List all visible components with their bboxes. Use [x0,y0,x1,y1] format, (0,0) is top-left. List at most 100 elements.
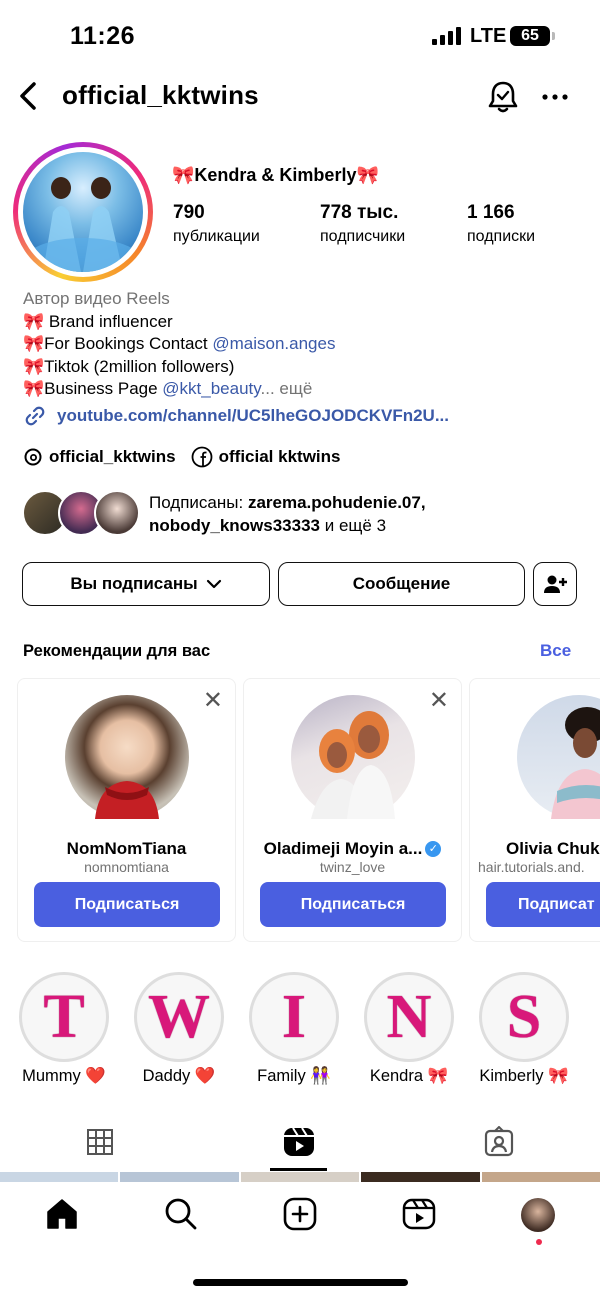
tab-tagged[interactable] [479,1122,519,1162]
stat-followers-label: подписчики [320,228,406,245]
notification-bell-icon[interactable] [484,78,522,116]
highlight-cover: W [134,972,224,1062]
follow-button[interactable]: Подписаться [260,882,446,927]
home-indicator[interactable] [193,1279,408,1286]
stat-following-label: подписки [467,228,536,245]
close-icon[interactable]: ✕ [429,689,449,713]
reels-icon [402,1198,436,1230]
chevron-down-icon [206,579,221,589]
suggestion-card[interactable]: Olivia Chuk hair.tutorials.and. Подписат [469,678,600,942]
bio-more-link[interactable]: ... ещё [261,379,313,398]
content-grid-preview[interactable] [0,1172,600,1182]
followed-by[interactable]: Подписаны: zarema.pohudenie.07, nobody_k… [22,490,592,540]
avatar [94,490,140,536]
link-icon [25,406,45,426]
highlight-cover: T [19,972,109,1062]
suggestion-handle: twinz_love [319,859,386,875]
message-button-label: Сообщение [352,574,451,593]
stat-following[interactable]: 1 166 подписки [467,202,535,246]
status-time: 11:26 [70,22,136,50]
threads-link[interactable]: official_kktwins [23,447,176,467]
content-tabs [0,1112,600,1172]
following-button[interactable]: Вы подписаны [22,562,270,606]
nav-home[interactable] [42,1194,82,1234]
back-arrow-icon[interactable] [12,78,48,114]
bottom-nav [0,1182,600,1252]
social-links: official_kktwins official kktwins [23,446,355,468]
suggestion-handle: nomnomtiana [84,859,169,875]
suggestion-avatar[interactable] [517,695,600,819]
tab-reels[interactable] [279,1122,319,1162]
stat-posts[interactable]: 790 публикации [173,202,260,246]
close-icon[interactable]: ✕ [203,689,223,713]
facebook-link[interactable]: official kktwins [191,446,341,468]
recommendations-title: Рекомендации для вас [23,642,211,660]
profile-category: Автор видео Reels [23,289,170,308]
story-highlight[interactable]: S Kimberly 🎀 [478,972,570,1086]
see-all-link[interactable]: Все [540,641,571,661]
nav-search[interactable] [161,1194,201,1234]
profile-header: official_kktwins [0,72,600,122]
verified-badge-icon: ✓ [425,841,442,857]
highlight-label: Kendra 🎀 [369,1067,449,1085]
tagged-person-icon [484,1126,514,1157]
nav-create[interactable] [280,1194,320,1234]
nav-reels[interactable] [399,1194,439,1234]
mention-link[interactable]: @maison.anges [212,334,335,353]
suggestion-handle: hair.tutorials.and. [478,859,585,875]
threads-username: official_kktwins [49,447,176,466]
plus-square-icon [283,1197,317,1231]
bio-line: 🎀Tiktok (2million followers) [23,356,235,376]
grid-icon [87,1129,113,1155]
nav-profile-avatar[interactable] [521,1198,555,1232]
story-highlight[interactable]: W Daddy ❤️ [133,972,225,1086]
highlight-label: Family 👭 [257,1067,331,1085]
add-user-button[interactable] [533,562,577,606]
profile-link-text: youtube.com/channel/UC5lheGOJODCKVFn2U..… [57,406,450,425]
reels-icon [284,1127,314,1156]
status-bar: 11:26 LTE 65 [0,0,600,70]
suggestion-card[interactable]: ✕ NomNomTiana nomnomtiana Подписаться [17,678,236,942]
suggestion-card[interactable]: ✕ Oladimeji Moyin a... ✓ twinz_love Подпи… [243,678,462,942]
tab-posts-grid[interactable] [80,1122,120,1162]
profile-avatar[interactable] [13,142,153,282]
active-tab-indicator [270,1168,327,1171]
highlight-cover: N [364,972,454,1062]
suggestion-avatar[interactable] [65,695,189,819]
mention-link[interactable]: @kkt_beauty [162,379,260,398]
bio-line: 🎀For Bookings Contact @maison.anges [23,334,336,354]
follow-button[interactable]: Подписаться [34,882,220,927]
story-highlight[interactable]: N Kendra 🎀 [363,972,455,1086]
story-highlight[interactable]: I Family 👭 [248,972,340,1086]
highlight-cover: I [249,972,339,1062]
message-button[interactable]: Сообщение [278,562,525,606]
search-icon [165,1198,197,1230]
suggestion-name: NomNomTiana [66,839,187,858]
story-highlight[interactable]: T Mummy ❤️ [18,972,110,1086]
page-title: official_kktwins [62,80,259,110]
profile-bio: Автор видео Reels 🎀 Brand influencer 🎀Fo… [23,288,335,401]
add-user-icon [544,575,567,593]
stat-following-value: 1 166 [467,202,515,223]
follow-button[interactable]: Подписат [486,882,600,927]
display-name: 🎀Kendra & Kimberly🎀 [172,165,379,185]
network-label: LTE [470,25,507,47]
stat-posts-label: публикации [173,228,260,245]
highlight-label: Daddy ❤️ [142,1067,216,1085]
notification-dot [536,1239,542,1245]
suggestion-name: Olivia Chuk [506,839,600,858]
facebook-username: official kktwins [218,447,341,466]
profile-link[interactable]: youtube.com/channel/UC5lheGOJODCKVFn2U..… [23,404,449,428]
highlight-label: Kimberly 🎀 [479,1067,569,1085]
more-options-icon[interactable] [538,82,572,112]
followed-by-text: Подписаны: zarema.pohudenie.07, nobody_k… [149,493,426,535]
bio-line: 🎀Business Page @kkt_beauty... ещё [23,379,313,399]
following-button-label: Вы подписаны [70,574,198,593]
bio-line: 🎀 Brand influencer [23,311,173,331]
facebook-icon [191,446,213,468]
suggestion-avatar[interactable] [291,695,415,819]
stat-followers[interactable]: 778 тыс. подписчики [320,202,405,246]
signal-icon [432,27,461,45]
suggestion-name: Oladimeji Moyin a... ✓ [244,839,461,859]
home-icon [47,1199,77,1229]
